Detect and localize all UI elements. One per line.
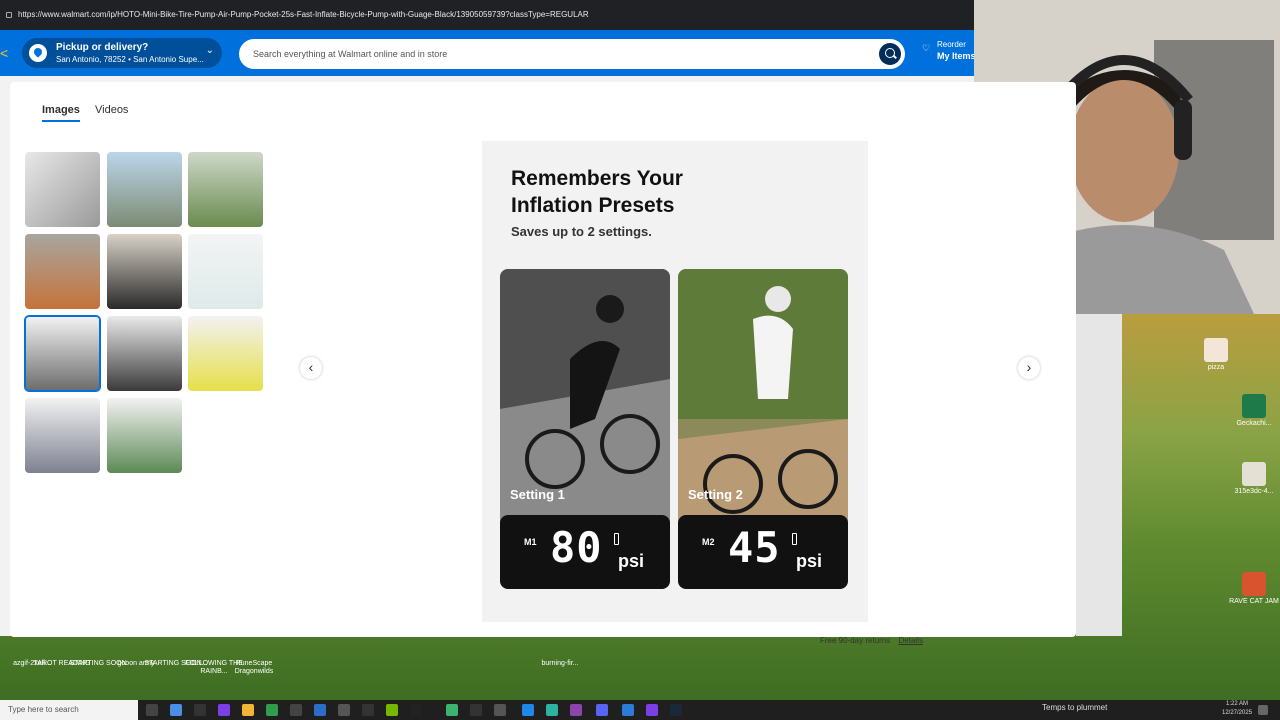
clock-time[interactable]: 1:22 AM (1226, 701, 1248, 707)
thumbnail[interactable] (188, 234, 263, 309)
image-file-icon (1242, 462, 1266, 486)
thumbnail[interactable] (107, 234, 182, 309)
walmart-header: < Pickup or delivery? San Antonio, 78252… (0, 30, 974, 76)
pump-display: M2 45 psi (678, 515, 848, 589)
desktop-icon-pizza[interactable]: pizza (1184, 338, 1248, 372)
address-bar[interactable]: https://www.walmart.com/ip/HOTO-Mini-Bik… (0, 0, 974, 30)
desktop-icon-geckachi[interactable]: Geckachi... (1222, 394, 1280, 428)
app-icon[interactable] (170, 704, 182, 716)
shortcut-runescape[interactable]: RuneScape Dragonwilds (222, 660, 286, 676)
task-view-icon[interactable] (146, 704, 158, 716)
app-icon[interactable] (218, 704, 230, 716)
location-pin-icon (29, 44, 47, 62)
app-icon[interactable] (386, 704, 398, 716)
pickup-delivery-button[interactable]: Pickup or delivery? San Antonio, 78252 •… (22, 38, 222, 68)
discord-icon[interactable] (596, 704, 608, 716)
heart-icon: ♡ (922, 43, 931, 53)
app-icon[interactable] (410, 704, 422, 716)
app-icon[interactable] (646, 704, 658, 716)
thumbnail[interactable] (107, 398, 182, 473)
thumbnail[interactable] (25, 398, 100, 473)
notifications-icon[interactable] (1258, 705, 1268, 715)
desktop-icon-rave-cat[interactable]: RAVE CAT JAM (1222, 572, 1280, 606)
search-icon[interactable] (879, 43, 901, 65)
app-icon[interactable] (494, 704, 506, 716)
next-image-button[interactable]: › (1018, 357, 1040, 379)
chrome-icon[interactable] (446, 704, 458, 716)
search-input[interactable] (253, 39, 853, 69)
thumbnail[interactable] (188, 152, 263, 227)
file-explorer-icon[interactable] (242, 704, 254, 716)
chevron-left-icon[interactable]: < (0, 45, 8, 61)
clock-date[interactable]: 12/27/2025 (1222, 710, 1252, 716)
grid-app-icon (1242, 394, 1266, 418)
thumbnail[interactable] (107, 152, 182, 227)
desktop-icon-file[interactable]: 315e3dc-4... (1222, 462, 1280, 496)
setting-label: Setting 2 (688, 487, 743, 502)
battery-icon (792, 533, 797, 545)
tab-images[interactable]: Images (42, 104, 80, 122)
app-icon[interactable] (338, 704, 350, 716)
previous-image-button[interactable]: ‹ (300, 357, 322, 379)
taskbar-search[interactable]: Type here to search (0, 700, 138, 720)
image-subheadline: Saves up to 2 settings. (511, 224, 652, 239)
app-icon[interactable] (622, 704, 634, 716)
weather-widget[interactable]: Temps to plummet (1042, 703, 1107, 712)
thumbnail[interactable] (188, 316, 263, 391)
search-bar (239, 39, 905, 69)
tab-videos[interactable]: Videos (95, 104, 128, 120)
pizza-icon (1204, 338, 1228, 362)
lock-icon (6, 12, 12, 18)
battery-icon (614, 533, 619, 545)
app-icon[interactable] (470, 704, 482, 716)
app-icon[interactable] (546, 704, 558, 716)
app-icon[interactable] (314, 704, 326, 716)
pickup-location: San Antonio, 78252 • San Antonio Supe... (56, 55, 204, 64)
returns-info: Free 90-day returns Details (820, 636, 923, 645)
setting-label: Setting 1 (510, 487, 565, 502)
thumbnail[interactable] (107, 316, 182, 391)
pump-display: M1 80 psi (500, 515, 670, 589)
chevron-down-icon: ⌄ (205, 45, 214, 56)
windows-taskbar: Type here to search Temps to plummet 1:2… (0, 700, 1280, 720)
app-icon[interactable] (522, 704, 534, 716)
psi-value: 45 (728, 523, 781, 572)
thumbnail-selected[interactable] (24, 315, 101, 392)
app-icon[interactable] (194, 704, 206, 716)
image-gallery-modal: Images Videos ‹ › Remembers Your Inflati… (10, 82, 1076, 637)
thumbnail[interactable] (25, 234, 100, 309)
setting-card-2: Setting 2 M2 45 psi (678, 269, 848, 589)
returns-text: Free 90-day returns (820, 636, 891, 645)
pickup-title: Pickup or delivery? (56, 42, 149, 53)
psi-value: 80 (550, 523, 603, 572)
app-icon[interactable] (570, 704, 582, 716)
returns-details-link[interactable]: Details (899, 636, 923, 645)
thumbnail[interactable] (25, 152, 100, 227)
cat-icon (1242, 572, 1266, 596)
steam-icon[interactable] (670, 704, 682, 716)
app-icon[interactable] (362, 704, 374, 716)
app-icon[interactable] (266, 704, 278, 716)
setting-card-1: Setting 1 M1 80 psi (500, 269, 670, 589)
app-icon[interactable] (290, 704, 302, 716)
shortcut-burning[interactable]: burning-fir... (528, 660, 592, 668)
image-headline: Remembers Your Inflation Presets (511, 167, 683, 217)
background-window-strip (1076, 314, 1122, 636)
url-text: https://www.walmart.com/ip/HOTO-Mini-Bik… (18, 10, 589, 19)
main-product-image: Remembers Your Inflation Presets Saves u… (482, 141, 868, 622)
